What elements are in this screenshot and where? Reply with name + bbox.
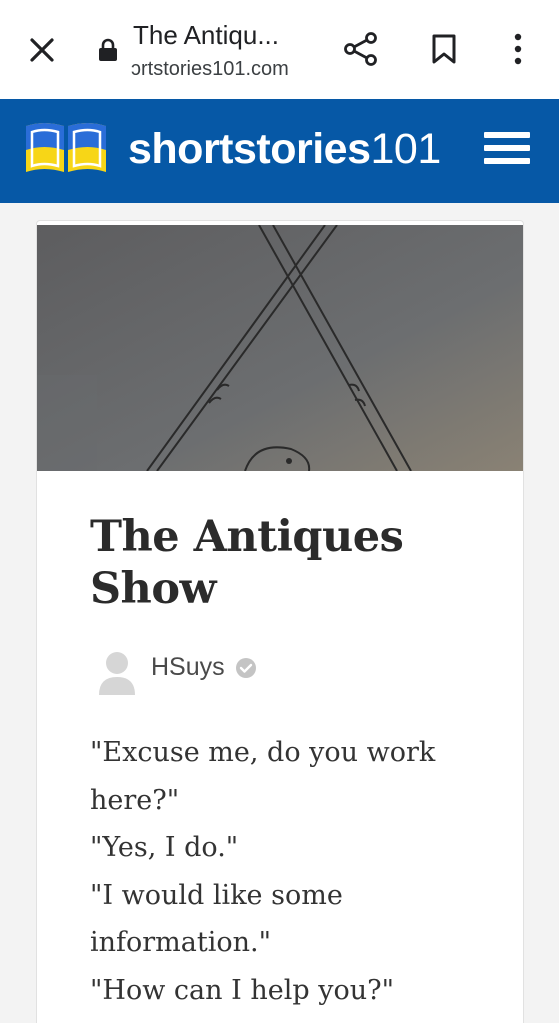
site-logo-book-icon[interactable] [24, 120, 108, 176]
story-paragraph: "I would like some [90, 879, 343, 911]
story-title: The Antiques Show [90, 511, 490, 615]
close-icon[interactable] [28, 36, 56, 64]
avatar-icon[interactable] [97, 649, 137, 695]
story-body: "Excuse me, do you work here?" "Yes, I d… [90, 729, 510, 1014]
story-paragraph: "Yes, I do." [90, 832, 239, 863]
story-title-line: The Antiques [90, 512, 404, 562]
brand-number: 101 [370, 125, 442, 173]
story-paragraph: "How can I help you?" [90, 974, 395, 1006]
browser-toolbar: The Antiqu... ɔrtstories101.com [0, 0, 559, 99]
bookmark-icon[interactable] [430, 33, 458, 65]
author-name[interactable]: HSuys [151, 653, 225, 682]
url-text[interactable]: ɔrtstories101.com [131, 58, 311, 81]
lock-icon [99, 38, 117, 61]
author-info[interactable]: HSuys [97, 649, 397, 699]
story-paragraph: "Excuse me, do you work [90, 737, 436, 768]
share-icon[interactable] [344, 32, 378, 66]
story-paragraph: information." [90, 927, 272, 958]
story-title-line: Show [90, 564, 217, 614]
brand-text: shortstories [128, 125, 371, 173]
story-paragraph: here?" [90, 784, 180, 816]
more-vert-icon[interactable] [508, 33, 528, 65]
story-cover-image [37, 225, 523, 471]
hamburger-menu-icon[interactable] [484, 132, 530, 172]
tab-title[interactable]: The Antiqu... [133, 20, 303, 51]
verified-check-icon [236, 658, 256, 678]
story-card: The Antiques Show HSuys "Excuse me, do y… [36, 220, 524, 1023]
site-brand[interactable]: shortstories101 [128, 125, 441, 174]
